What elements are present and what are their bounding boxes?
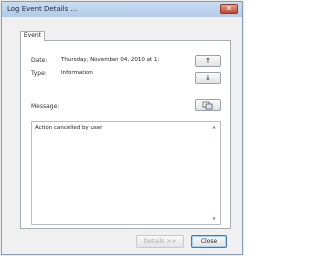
window-close-button[interactable]: ✕	[220, 4, 238, 14]
title-bar[interactable]: Log Event Details ... ✕	[2, 2, 242, 17]
copy-button[interactable]	[195, 99, 221, 111]
scroll-up-icon[interactable]: ▲	[211, 124, 217, 130]
tab-event-label: Event	[23, 32, 42, 39]
close-button-label: Close	[200, 238, 218, 245]
tab-event[interactable]: Event	[20, 31, 45, 41]
message-textbox[interactable]: Action cancelled by user ▲ ▼	[31, 121, 221, 225]
date-label: Date:	[31, 57, 48, 64]
window-title: Log Event Details ...	[7, 5, 78, 13]
close-icon: ✕	[225, 4, 233, 13]
event-panel: Date: Thursday, November 04, 2010 at 1: …	[20, 40, 231, 229]
copy-icon	[202, 101, 213, 110]
arrow-up-icon: ↑	[205, 57, 211, 65]
scroll-down-icon[interactable]: ▼	[211, 216, 217, 222]
arrow-down-icon: ↓	[205, 74, 211, 82]
next-event-button[interactable]: ↓	[195, 72, 221, 84]
message-label: Message:	[31, 103, 60, 110]
details-button[interactable]: Details >>	[136, 235, 184, 248]
date-value: Thursday, November 04, 2010 at 1:	[61, 57, 160, 63]
message-text: Action cancelled by user	[35, 125, 103, 131]
close-button[interactable]: Close	[191, 235, 227, 248]
type-label: Type:	[31, 70, 47, 77]
type-value: Information	[61, 70, 93, 76]
log-event-details-window: Log Event Details ... ✕ Event Date: Thur…	[1, 1, 243, 255]
previous-event-button[interactable]: ↑	[195, 55, 221, 67]
details-button-label: Details >>	[143, 238, 177, 245]
